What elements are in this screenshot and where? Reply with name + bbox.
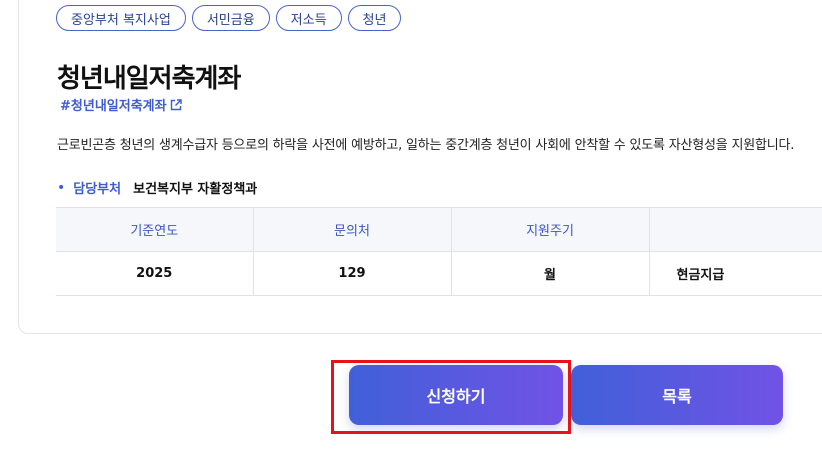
department-label: 담당부처 <box>73 182 122 197</box>
list-button[interactable]: 목록 <box>571 365 783 425</box>
table-header-row: 기준연도 문의처 지원주기 <box>56 207 822 252</box>
table-row: 2025 129 월 현금지급 <box>56 251 822 296</box>
header-support-cycle: 지원주기 <box>451 207 650 252</box>
header-base-year: 기준연도 <box>56 207 254 252</box>
cell-support-cycle: 월 <box>451 251 650 296</box>
hashtag-link[interactable]: #청년내일저축계좌 <box>60 95 182 114</box>
program-description: 근로빈곤층 청년의 생계수급자 등으로의 하락을 사전에 예방하고, 일하는 중… <box>57 138 795 153</box>
external-link-icon <box>170 98 182 110</box>
department-value: 보건복지부 자활정책과 <box>133 182 258 197</box>
cell-base-year: 2025 <box>56 251 254 296</box>
apply-button[interactable]: 신청하기 <box>349 365 563 425</box>
tag-microfinance[interactable]: 서민금융 <box>191 5 270 31</box>
bullet-icon: • <box>57 179 66 196</box>
header-support-type <box>649 207 822 252</box>
info-table: 기준연도 문의처 지원주기 2025 129 월 현금지급 <box>56 207 822 296</box>
tag-youth[interactable]: 청년 <box>347 5 402 31</box>
tag-list: 중앙부처 복지사업 서민금융 저소득 청년 <box>56 5 402 31</box>
header-contact: 문의처 <box>253 207 452 252</box>
tag-low-income[interactable]: 저소득 <box>275 5 342 31</box>
page-title: 청년내일저축계좌 <box>57 64 241 94</box>
cell-contact: 129 <box>253 251 452 296</box>
cell-support-type: 현금지급 <box>649 251 822 296</box>
department-row: • 담당부처 보건복지부 자활정책과 <box>57 178 258 198</box>
hashtag-text: #청년내일저축계좌 <box>60 99 167 114</box>
tag-central-welfare[interactable]: 중앙부처 복지사업 <box>56 5 186 31</box>
